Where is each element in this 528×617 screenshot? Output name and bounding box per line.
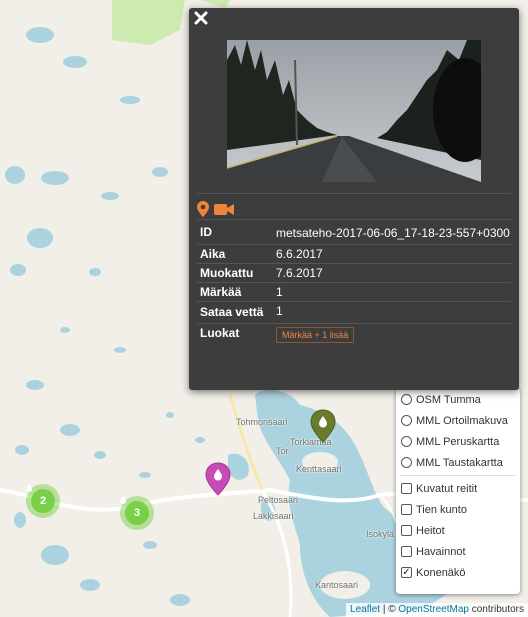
place-label: Kenttasaari [296,464,342,474]
popup-divider [197,193,511,194]
checkbox-checked[interactable]: ✓ [401,567,412,578]
radio-button[interactable] [401,415,412,426]
field-value: 1 [276,282,511,302]
place-label: Peltosaari [258,495,299,505]
field-key: Aika [197,244,276,264]
map-marker-pink[interactable] [205,462,231,496]
table-row: ID metsateho-2017-06-06_17-18-23-557+030… [197,223,511,245]
field-key: Märkää [197,282,276,302]
radio-button[interactable] [401,436,412,447]
field-value: 7.6.2017 [276,263,511,283]
map-marker-icon[interactable] [197,201,209,217]
field-value: metsateho-2017-06-06_17-18-23-557+0300 [276,223,511,245]
map-attribution: Leaflet | © OpenStreetMap contributors [346,603,528,617]
table-row: Märkää 1 [197,282,511,302]
cluster-count: 3 [133,507,141,519]
checkbox[interactable] [401,525,412,536]
observation-popup: ID metsateho-2017-06-06_17-18-23-557+030… [189,8,519,390]
layer-label: Konenäkö [416,566,466,579]
osm-link[interactable]: OpenStreetMap [398,604,469,615]
checkbox[interactable] [401,546,412,557]
leaflet-link[interactable]: Leaflet [350,604,380,615]
layer-label: Kuvatut reitit [416,482,478,495]
place-label: Isokylä [366,529,395,539]
layer-radio-mml-peruskartta[interactable]: MML Peruskartta [396,431,520,452]
video-camera-icon[interactable] [214,203,234,216]
layer-label: Tien kunto [416,503,467,516]
cluster-count: 2 [39,495,47,507]
water-drop-icon [120,496,126,504]
attribution-separator: | © [380,604,399,615]
attribution-contributors: contributors [468,604,524,615]
layer-checkbox-havainnot[interactable]: Havainnot [396,541,520,562]
field-value: 1 [276,301,511,324]
field-value: 6.6.2017 [276,244,511,264]
layer-checkbox-kuvatut-reitit[interactable]: Kuvatut reitit [396,478,520,499]
field-key: Luokat [200,326,240,340]
layer-radio-osm-tumma[interactable]: OSM Tumma [396,389,520,410]
table-row: Sataa vettä 1 [197,301,511,324]
field-key: Sataa vettä [197,301,276,324]
layer-separator [400,475,516,476]
marker-cluster[interactable]: 3 [120,496,154,530]
checkbox[interactable] [401,483,412,494]
field-key: ID [197,223,276,245]
layer-label: Heitot [416,524,445,537]
field-key: Muokattu [197,263,276,283]
table-row: Luokat Märkää + 1 lisää [197,324,511,346]
layer-checkbox-tien-kunto[interactable]: Tien kunto [396,499,520,520]
layer-radio-mml-taustakartta[interactable]: MML Taustakartta [396,452,520,473]
checkbox[interactable] [401,504,412,515]
road-photo[interactable] [227,40,481,182]
map-marker-olive[interactable] [310,409,336,443]
category-tag[interactable]: Märkää + 1 lisää [276,327,355,343]
table-row: Aika 6.6.2017 [197,244,511,264]
observation-details: ID metsateho-2017-06-06_17-18-23-557+030… [197,223,511,345]
place-label: Kantosaari [315,580,359,590]
layer-radio-mml-ortoilmakuva[interactable]: MML Ortoilmakuva [396,410,520,431]
layer-label: Havainnot [416,545,466,558]
layer-label: MML Ortoilmakuva [416,414,508,427]
place-label: Lakkisaari [253,511,294,521]
marker-cluster[interactable]: 2 [26,484,60,518]
close-icon[interactable] [194,11,208,25]
radio-button[interactable] [401,394,412,405]
media-icons [197,201,234,217]
table-row: Muokattu 7.6.2017 [197,263,511,283]
water-drop-icon [26,484,32,492]
layer-checkbox-heitot[interactable]: Heitot [396,520,520,541]
layer-label: MML Peruskartta [416,435,500,448]
layer-control: OSM Tumma MML Ortoilmakuva MML Peruskart… [396,388,520,594]
popup-divider [197,219,511,220]
layer-label: OSM Tumma [416,393,481,406]
place-label: Tor [276,446,289,456]
place-label: Tohmonsaari [236,417,288,427]
layer-label: MML Taustakartta [416,456,503,469]
layer-checkbox-konenako[interactable]: ✓ Konenäkö [396,562,520,583]
radio-button[interactable] [401,457,412,468]
